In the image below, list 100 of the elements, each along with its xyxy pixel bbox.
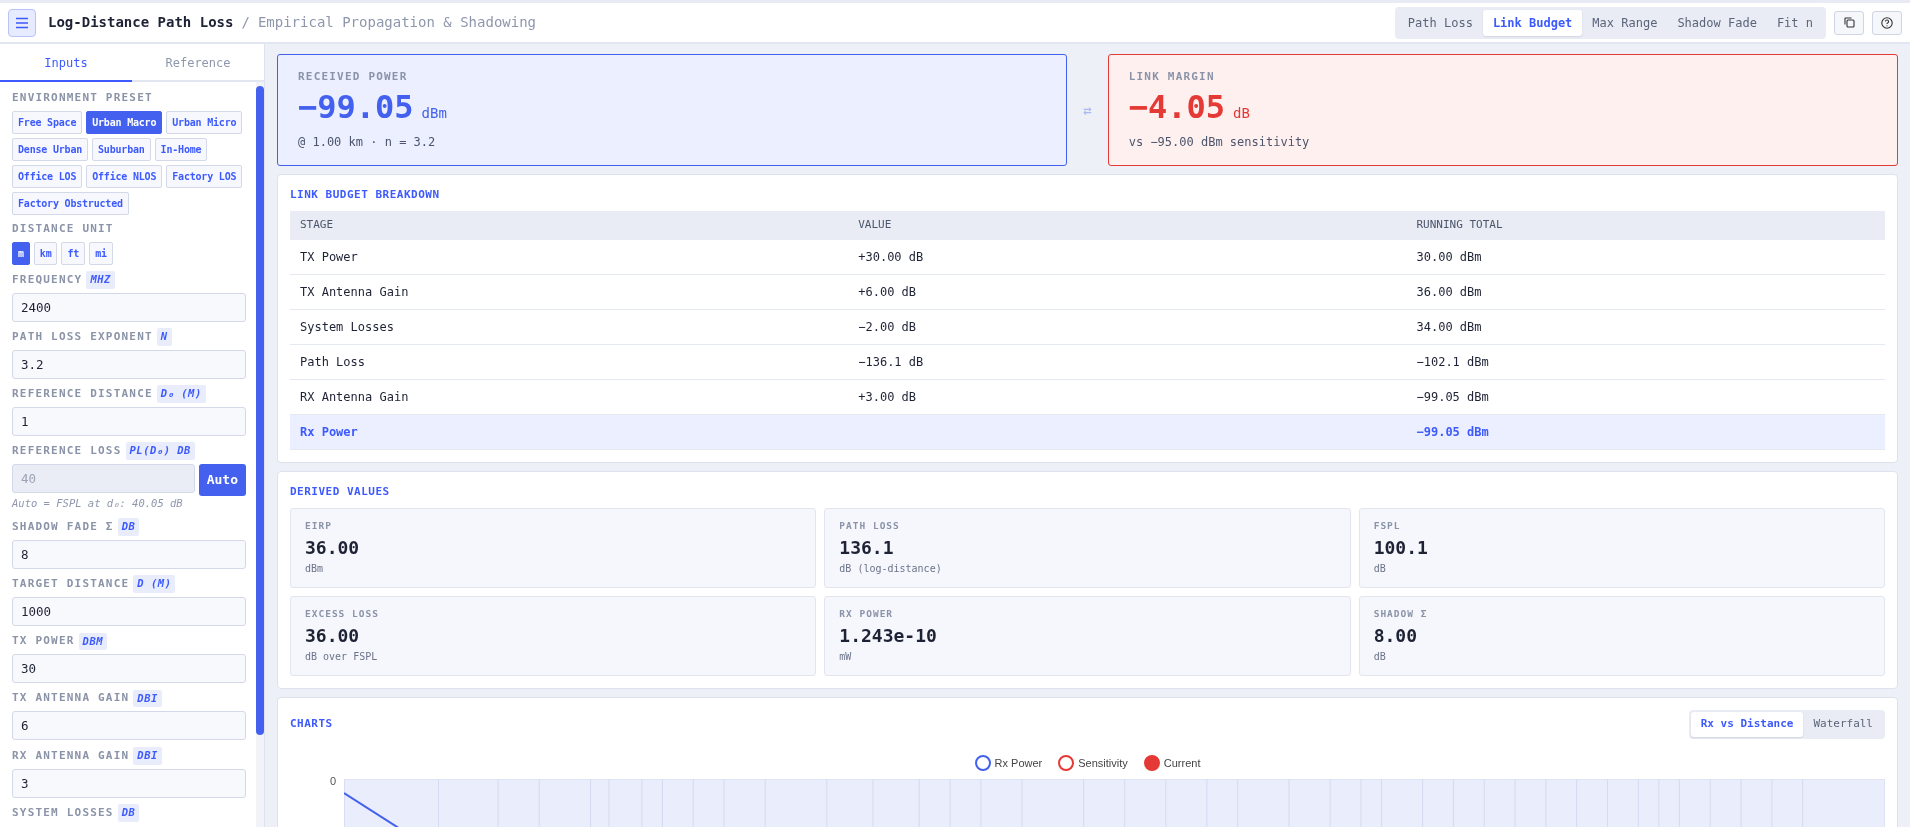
unit-chip[interactable]: mi bbox=[89, 241, 113, 265]
column-header: VALUE bbox=[848, 211, 1407, 240]
mode-tab[interactable]: Link Budget bbox=[1482, 9, 1583, 36]
summary-unit: dB bbox=[1233, 103, 1250, 123]
copy-icon bbox=[1843, 17, 1855, 29]
legend-label: Sensitivity bbox=[1078, 755, 1128, 771]
table-cell: +3.00 dB bbox=[858, 389, 917, 404]
table-cell: −99.05 dBm bbox=[1416, 424, 1489, 439]
field-label: TX POWER bbox=[12, 633, 75, 650]
field-label: REFERENCE LOSS bbox=[12, 443, 122, 460]
table-cell: RX Antenna Gain bbox=[300, 389, 409, 404]
value-unit: dB bbox=[1373, 561, 1387, 576]
unit-chip[interactable]: m bbox=[12, 241, 30, 265]
panel-title: LINK BUDGET BREAKDOWN bbox=[290, 186, 441, 203]
mode-tab[interactable]: Max Range bbox=[1582, 9, 1668, 36]
axis-tick-label: 0 bbox=[330, 774, 337, 790]
legend-label: Rx Power bbox=[994, 755, 1043, 771]
column-header: RUNNING TOTAL bbox=[1406, 211, 1885, 240]
unit-chip[interactable]: ft bbox=[61, 241, 86, 265]
preset-chip[interactable]: In-Home bbox=[154, 137, 208, 161]
copy-button[interactable] bbox=[1834, 10, 1864, 35]
column-header: STAGE bbox=[290, 211, 849, 240]
preset-chip[interactable]: Dense Urban bbox=[12, 137, 89, 161]
unit-tag: D (M) bbox=[133, 575, 176, 594]
summary-note: vs −95.00 dBm sensitivity bbox=[1128, 133, 1311, 151]
title-separator: / bbox=[241, 13, 250, 33]
legend-label: Current bbox=[1163, 755, 1201, 771]
table-cell: +30.00 dB bbox=[858, 249, 924, 264]
summary-note: @ 1.00 km · n = 3.2 bbox=[298, 133, 437, 151]
app-title: Log-Distance Path Loss bbox=[48, 13, 234, 33]
preset-chip[interactable]: Urban Micro bbox=[166, 110, 243, 134]
table-cell: Rx Power bbox=[300, 424, 358, 439]
mode-tab[interactable]: Fit n bbox=[1766, 9, 1823, 36]
value-unit: dB over FSPL bbox=[305, 649, 379, 664]
menu-button[interactable] bbox=[8, 8, 36, 37]
scrollbar-thumb[interactable] bbox=[256, 86, 264, 735]
summary-value: −4.05 bbox=[1128, 89, 1226, 125]
value-label: EXCESS LOSS bbox=[305, 607, 380, 622]
preset-chip[interactable]: Suburban bbox=[92, 137, 151, 161]
input-field[interactable]: 2400 bbox=[12, 292, 246, 322]
value-label: PATH LOSS bbox=[839, 519, 901, 534]
mode-tab[interactable]: Path Loss bbox=[1397, 9, 1483, 36]
field-label: SYSTEM LOSSES bbox=[12, 804, 114, 821]
preset-chip[interactable]: Factory LOS bbox=[166, 164, 243, 188]
unit-chip[interactable]: km bbox=[33, 241, 58, 265]
preset-chip[interactable]: Urban Macro bbox=[86, 110, 163, 134]
summary-value: −99.05 bbox=[298, 89, 414, 125]
field-label: RX ANTENNA GAIN bbox=[12, 747, 130, 764]
value-number: 8.00 bbox=[1373, 623, 1418, 648]
input-field[interactable]: 1000 bbox=[12, 597, 246, 627]
unit-tag: DB bbox=[117, 804, 140, 822]
preset-chip[interactable]: Factory Obstructed bbox=[12, 191, 129, 215]
value-unit: dBm bbox=[305, 561, 325, 576]
input-field[interactable]: 8 bbox=[12, 540, 246, 570]
chart-tab[interactable]: Rx vs Distance bbox=[1690, 712, 1804, 737]
panel-title: DERIVED VALUES bbox=[290, 483, 391, 500]
unit-tag: D₀ (M) bbox=[156, 385, 206, 404]
input-field[interactable]: 6 bbox=[12, 711, 246, 741]
value-number: 100.1 bbox=[1373, 535, 1429, 560]
table-cell: −99.05 dBm bbox=[1416, 389, 1489, 404]
unit-tag: N bbox=[156, 328, 172, 346]
input-field[interactable]: 3.2 bbox=[12, 349, 246, 379]
value-label: SHADOW Σ bbox=[1373, 607, 1429, 622]
value-unit: mW bbox=[839, 649, 853, 664]
table-cell: TX Power bbox=[300, 249, 358, 264]
table-cell: +6.00 dB bbox=[858, 284, 917, 299]
unit-tag: PL(D₀) DB bbox=[125, 442, 195, 461]
value-unit: dB (log-distance) bbox=[839, 561, 943, 576]
mode-tab[interactable]: Shadow Fade bbox=[1667, 9, 1767, 36]
table-cell: −102.1 dBm bbox=[1416, 354, 1489, 369]
value-label: FSPL bbox=[1373, 519, 1402, 534]
app-subtitle: Empirical Propagation & Shadowing bbox=[257, 13, 537, 33]
unit-tag: DBM bbox=[78, 632, 108, 651]
summary-label: LINK MARGIN bbox=[1128, 69, 1216, 86]
table-cell: −2.00 dB bbox=[858, 319, 917, 334]
value-unit: dB bbox=[1373, 649, 1387, 664]
unit-tag: DBI bbox=[133, 689, 162, 708]
value-number: 36.00 bbox=[305, 535, 361, 560]
unit-tag: MHZ bbox=[86, 271, 115, 289]
field-label: TX ANTENNA GAIN bbox=[12, 690, 130, 707]
hint-text: Auto = FSPL at d₀: 40.05 dB bbox=[12, 496, 184, 512]
table-cell: System Losses bbox=[300, 319, 394, 334]
value-label: RX POWER bbox=[839, 607, 895, 622]
preset-chip[interactable]: Free Space bbox=[12, 110, 83, 134]
unit-tag: DB bbox=[117, 518, 140, 537]
input-field[interactable]: 1 bbox=[12, 407, 246, 437]
value-number: 136.1 bbox=[839, 535, 895, 560]
menu-icon bbox=[15, 16, 29, 29]
input-field[interactable]: 30 bbox=[12, 654, 246, 684]
preset-chip[interactable]: Office LOS bbox=[12, 164, 83, 188]
value-label: EIRP bbox=[305, 519, 333, 534]
swap-icon: ⇄ bbox=[1083, 99, 1092, 121]
help-button[interactable] bbox=[1872, 10, 1902, 35]
unit-tag: DBI bbox=[133, 746, 162, 765]
chart-tab[interactable]: Waterfall bbox=[1803, 712, 1883, 737]
preset-chip[interactable]: Office NLOS bbox=[86, 164, 163, 188]
field-label: REFERENCE DISTANCE bbox=[12, 385, 153, 402]
input-field[interactable]: 3 bbox=[12, 768, 246, 798]
field-label: FREQUENCY bbox=[12, 271, 83, 288]
section-label: DISTANCE UNIT bbox=[12, 221, 115, 238]
